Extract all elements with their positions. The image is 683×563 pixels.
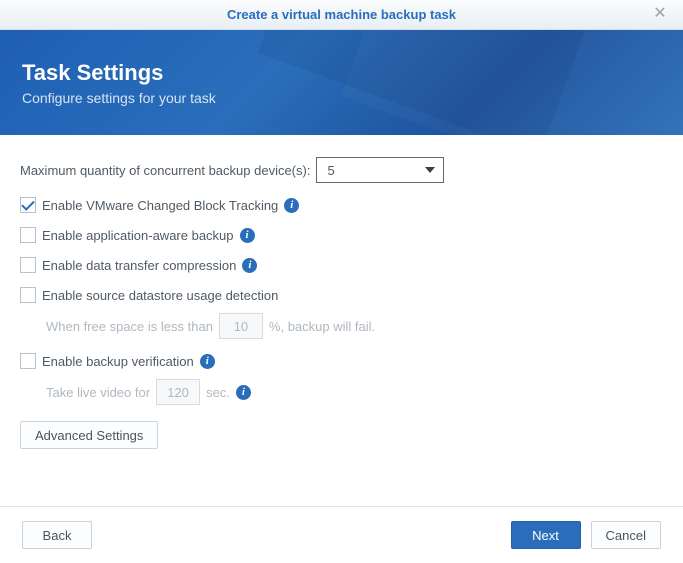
appaware-row: Enable application-aware backup i [20,227,663,243]
max-concurrent-label: Maximum quantity of concurrent backup de… [20,163,310,178]
footer: Back Next Cancel [0,506,683,563]
datastore-sub-row: When free space is less than %, backup w… [46,313,663,339]
verify-checkbox[interactable] [20,353,36,369]
compress-label: Enable data transfer compression [42,258,236,273]
verify-row: Enable backup verification i [20,353,663,369]
titlebar: Create a virtual machine backup task ✕ [0,0,683,30]
form-content: Maximum quantity of concurrent backup de… [0,135,683,449]
datastore-checkbox[interactable] [20,287,36,303]
advanced-settings-button[interactable]: Advanced Settings [20,421,158,449]
window-title: Create a virtual machine backup task [227,7,456,22]
cbt-label: Enable VMware Changed Block Tracking [42,198,278,213]
appaware-checkbox[interactable] [20,227,36,243]
datastore-sub-suffix: %, backup will fail. [269,319,375,334]
verify-sub-prefix: Take live video for [46,385,150,400]
verify-duration-input[interactable] [156,379,200,405]
datastore-label: Enable source datastore usage detection [42,288,278,303]
max-concurrent-select[interactable]: 5 [316,157,444,183]
cbt-checkbox[interactable] [20,197,36,213]
appaware-label: Enable application-aware backup [42,228,234,243]
info-icon[interactable]: i [236,385,251,400]
compress-checkbox[interactable] [20,257,36,273]
page-subtitle: Configure settings for your task [22,90,661,106]
verify-sub-row: Take live video for sec. i [46,379,663,405]
datastore-row: Enable source datastore usage detection [20,287,663,303]
chevron-down-icon [425,167,435,173]
footer-right: Next Cancel [511,521,661,549]
verify-sub-suffix: sec. [206,385,230,400]
info-icon[interactable]: i [284,198,299,213]
cbt-row: Enable VMware Changed Block Tracking i [20,197,663,213]
banner: Task Settings Configure settings for you… [0,30,683,135]
verify-label: Enable backup verification [42,354,194,369]
next-button[interactable]: Next [511,521,581,549]
info-icon[interactable]: i [240,228,255,243]
max-concurrent-value: 5 [327,163,334,178]
close-icon[interactable]: ✕ [651,5,669,23]
compress-row: Enable data transfer compression i [20,257,663,273]
back-button[interactable]: Back [22,521,92,549]
datastore-threshold-input[interactable] [219,313,263,339]
advanced-wrap: Advanced Settings [20,421,663,449]
max-concurrent-row: Maximum quantity of concurrent backup de… [20,157,663,183]
page-title: Task Settings [22,60,661,86]
cancel-button[interactable]: Cancel [591,521,661,549]
datastore-sub-prefix: When free space is less than [46,319,213,334]
info-icon[interactable]: i [200,354,215,369]
info-icon[interactable]: i [242,258,257,273]
